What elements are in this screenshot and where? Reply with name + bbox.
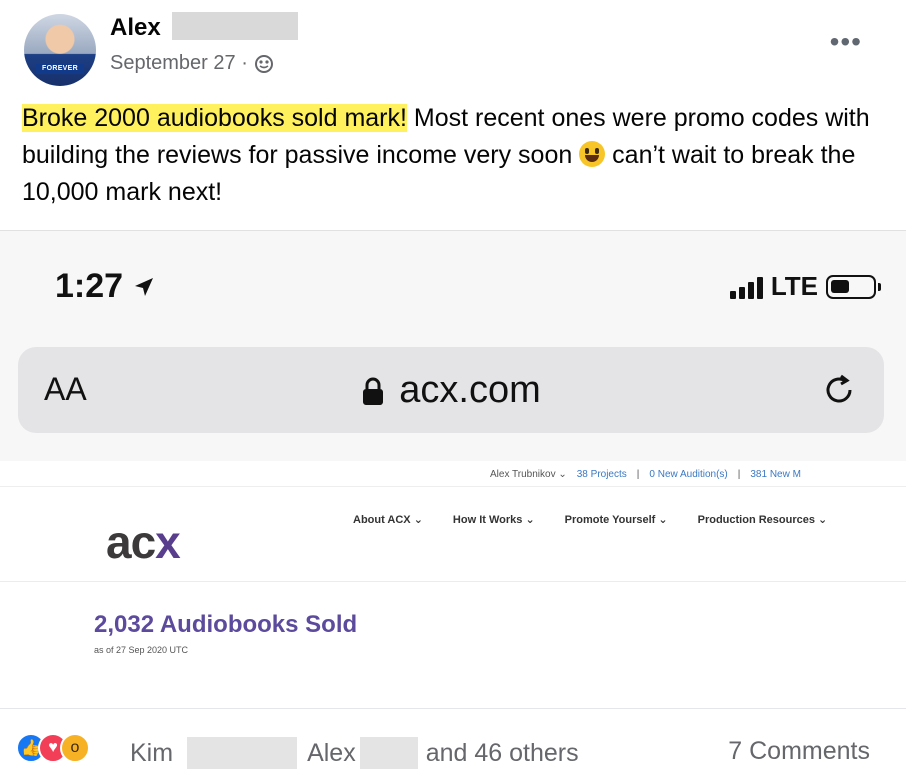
auditions-link[interactable]: 0 New Audition(s) xyxy=(649,469,727,480)
post-meta: September 27 · xyxy=(110,52,274,75)
comments-count-link[interactable]: 7 Comments xyxy=(728,737,870,766)
site-nav: About ACX ⌄ How It Works ⌄ Promote Yours… xyxy=(353,513,827,526)
nav-production-resources[interactable]: Production Resources ⌄ xyxy=(698,513,828,526)
reactions-bar: 👍 ♥ o Kim Alex and 46 others 7 Comments xyxy=(0,708,906,780)
sold-count-title: 2,032 Audiobooks Sold xyxy=(94,611,358,638)
divider xyxy=(0,581,906,582)
avatar-banner: FOREVER xyxy=(36,64,84,74)
topbar-separator: | xyxy=(737,469,741,480)
nav-how-it-works[interactable]: How It Works ⌄ xyxy=(453,513,535,526)
sold-date: as of 27 Sep 2020 UTC xyxy=(94,645,189,655)
lock-icon xyxy=(363,377,384,405)
post-text-highlight: Broke 2000 audiobooks sold mark! xyxy=(22,104,407,132)
time-label: 1:27 xyxy=(55,267,124,305)
name-redaction xyxy=(172,12,298,40)
messages-link[interactable]: 381 New M xyxy=(750,469,801,480)
location-arrow-icon xyxy=(135,277,154,296)
signal-icon xyxy=(729,275,763,299)
network-label: LTE xyxy=(770,271,818,301)
site-topbar: Alex Trubnikov ⌄ 38 Projects | 0 New Aud… xyxy=(0,461,906,487)
status-bar-right: LTE xyxy=(729,271,881,302)
battery-icon xyxy=(826,274,881,299)
nav-promote-yourself[interactable]: Promote Yourself ⌄ xyxy=(565,513,668,526)
url-display[interactable]: acx.com xyxy=(18,369,884,412)
grinning-emoji-icon xyxy=(579,141,606,167)
projects-link[interactable]: 38 Projects xyxy=(577,469,627,480)
reactor-name-2: Alex xyxy=(307,738,356,767)
acx-logo[interactable]: acx xyxy=(106,515,181,569)
acx-webpage: Alex Trubnikov ⌄ 38 Projects | 0 New Aud… xyxy=(0,461,906,709)
more-options-button[interactable]: ••• xyxy=(830,26,862,58)
post-text: Broke 2000 audiobooks sold mark! Most re… xyxy=(22,100,892,211)
reload-icon[interactable] xyxy=(820,371,858,409)
reaction-icons[interactable]: 👍 ♥ o xyxy=(16,733,90,763)
reactor-name-1: Kim xyxy=(130,738,174,767)
account-menu[interactable]: Alex Trubnikov ⌄ xyxy=(490,469,567,480)
name-redaction xyxy=(187,737,298,769)
url-text: acx.com xyxy=(399,369,541,411)
topbar-separator: | xyxy=(636,469,640,480)
address-bar[interactable]: AA acx.com xyxy=(18,347,884,433)
avatar[interactable]: FOREVER xyxy=(24,14,96,86)
name-redaction xyxy=(359,737,418,769)
reaction-names[interactable]: Kim Alex and 46 others xyxy=(130,737,579,769)
globe-icon xyxy=(254,54,273,73)
wow-reaction-icon: o xyxy=(60,733,90,763)
status-bar-time: 1:27 xyxy=(55,267,155,306)
reactor-others: and 46 others xyxy=(425,738,579,767)
more-icon: ••• xyxy=(829,26,862,57)
post-image[interactable]: 1:27 LTE AA acx.com Alex Trubnikov ⌄ 38 … xyxy=(0,230,906,709)
post-date[interactable]: September 27 · xyxy=(110,52,248,75)
author-name[interactable]: Alex xyxy=(110,14,161,42)
nav-about[interactable]: About ACX ⌄ xyxy=(353,513,423,526)
